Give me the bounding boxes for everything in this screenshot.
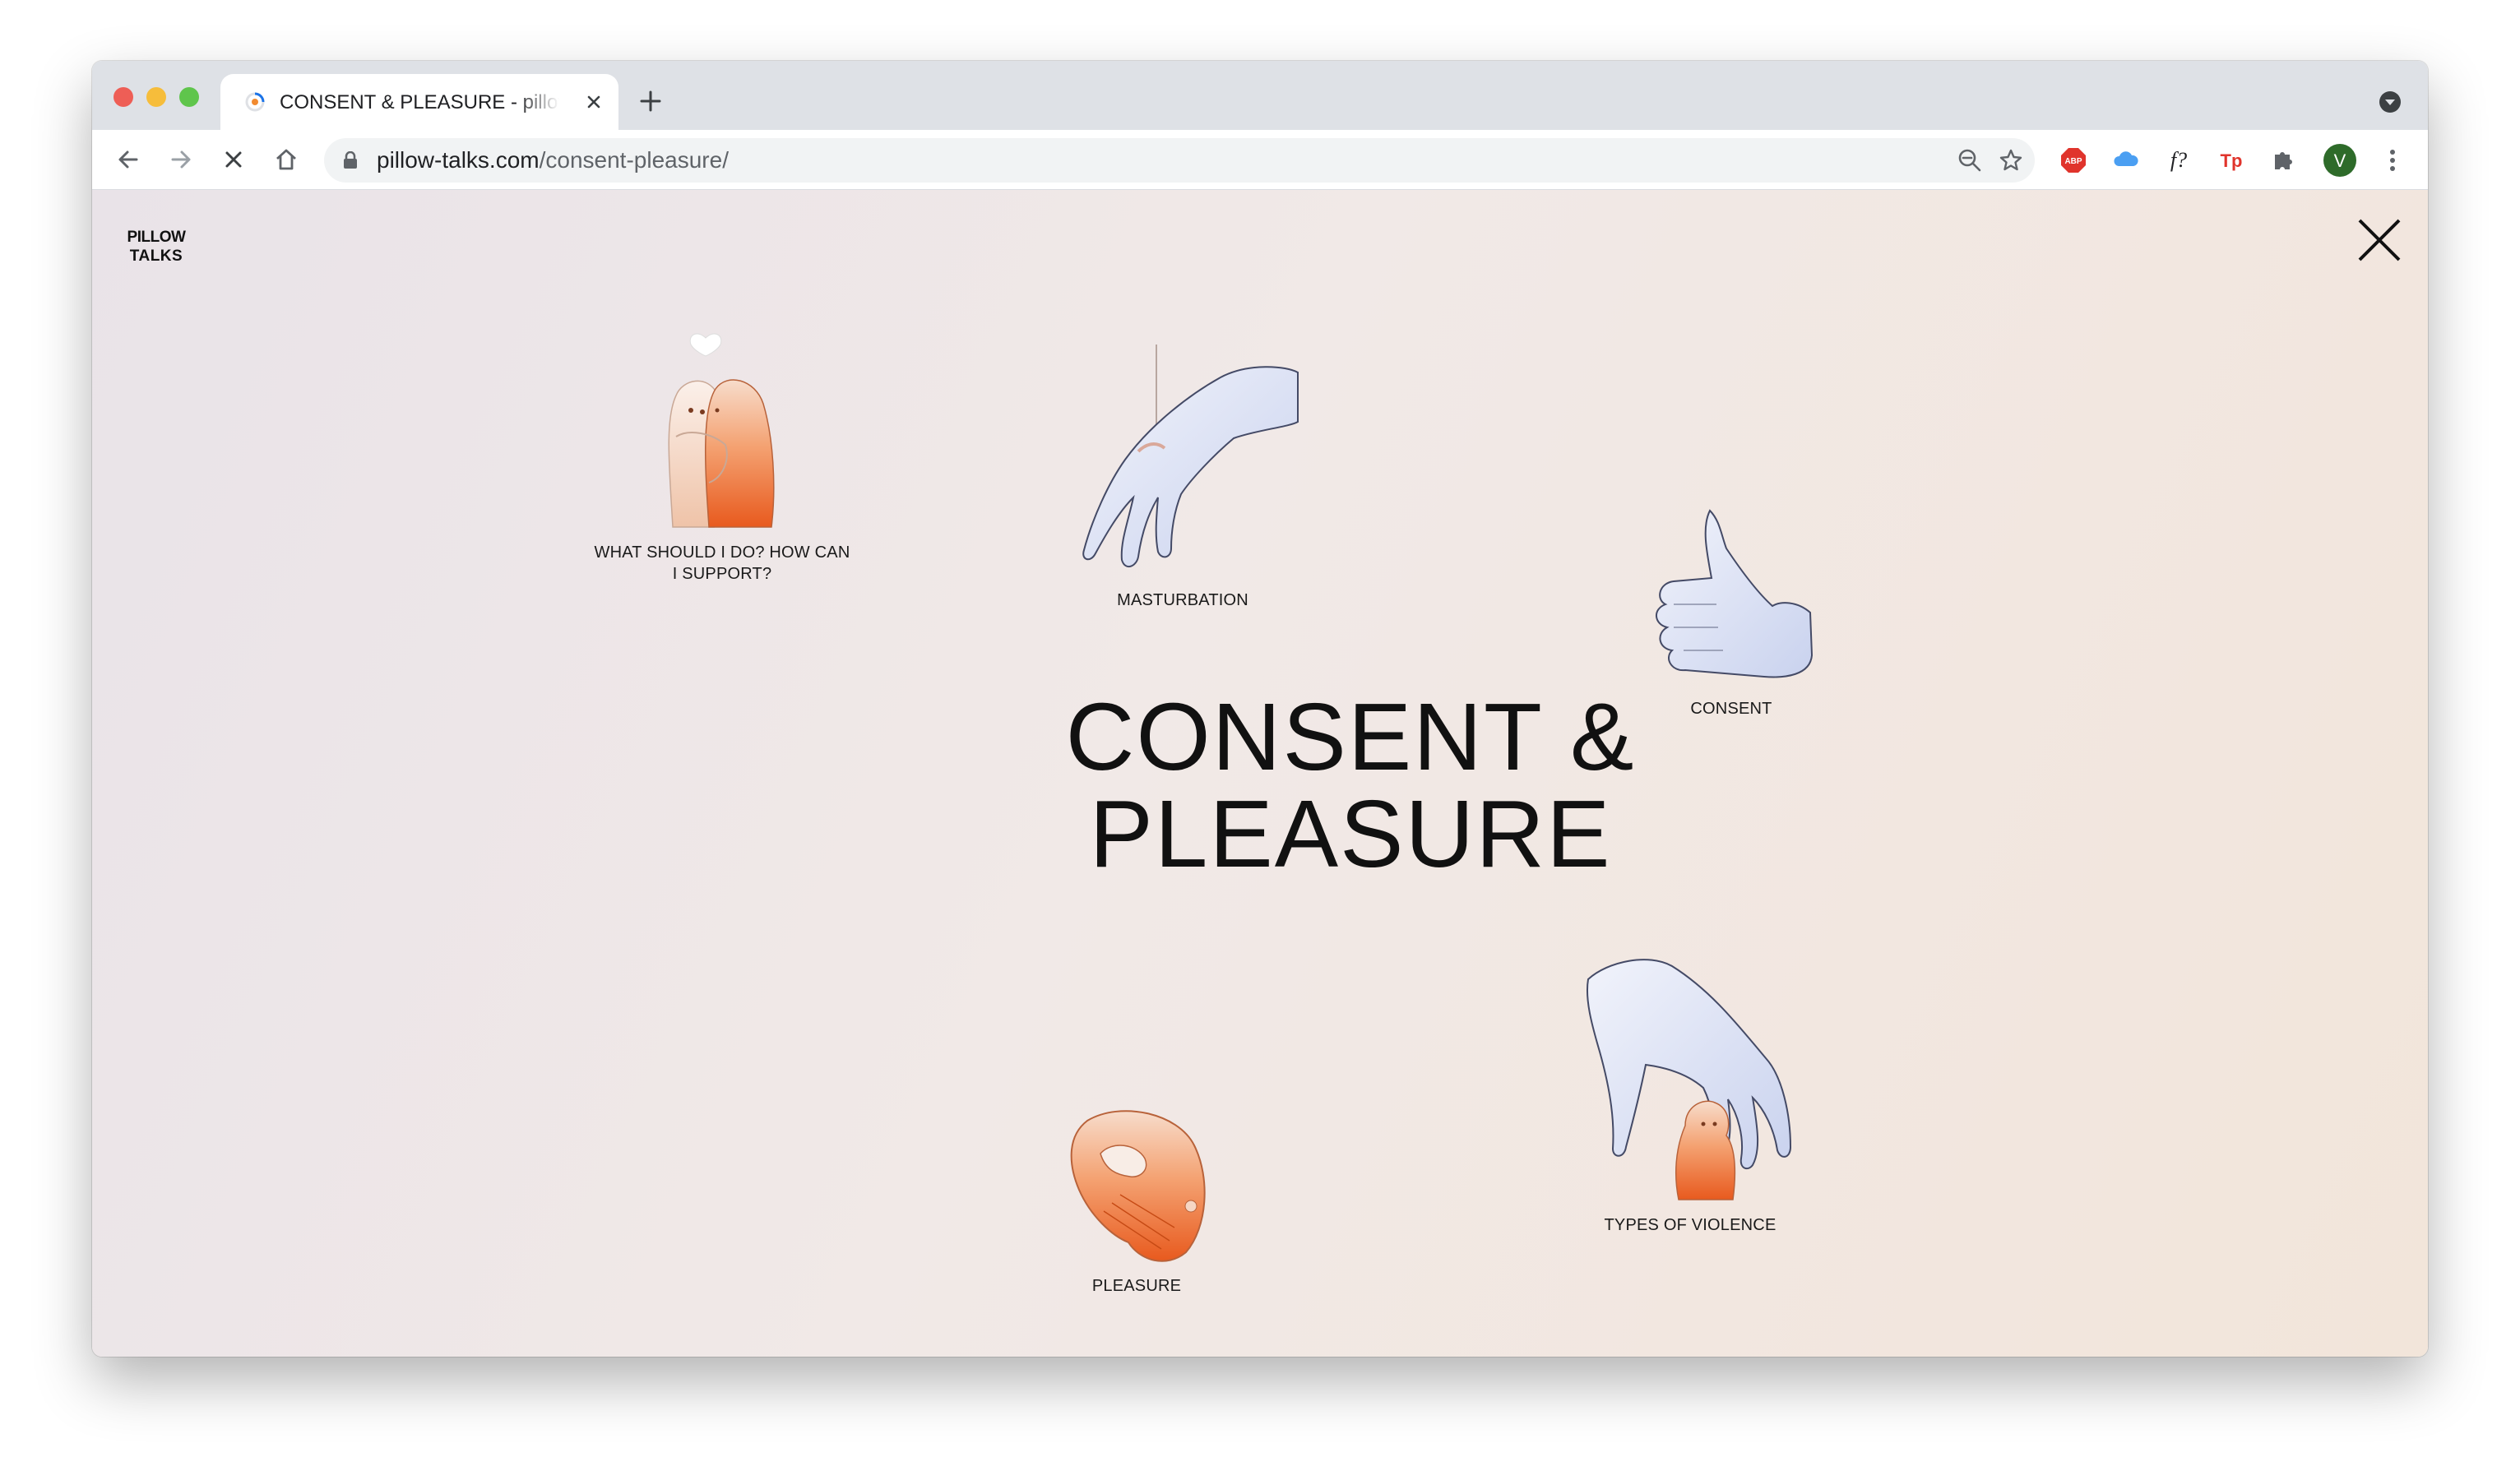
- tab-search-icon[interactable]: [2379, 90, 2402, 113]
- topic-pleasure-link[interactable]: PLEASURE: [1046, 1104, 1227, 1297]
- topic-consent-label: CONSENT: [1690, 700, 1772, 718]
- close-menu-icon[interactable]: [2357, 218, 2402, 262]
- browser-toolbar: pillow-talks.com/consent-pleasure/ ABP f…: [92, 130, 2428, 190]
- url-path: /consent-pleasure/: [539, 147, 729, 173]
- tp-extension-icon[interactable]: Tp: [2217, 146, 2245, 174]
- topic-violence-label: TYPES OF VIOLENCE: [1604, 1216, 1777, 1234]
- adblock-label: ABP: [2064, 157, 2082, 166]
- page-title-line-2: PLEASURE: [1089, 780, 1612, 887]
- profile-initial: V: [2334, 150, 2346, 171]
- new-tab-icon[interactable]: [638, 89, 663, 113]
- stop-loading-icon[interactable]: [220, 146, 247, 173]
- loading-favicon-icon: [245, 92, 265, 112]
- tab-strip: CONSENT & PLEASURE - pillow-talks: [92, 61, 2428, 130]
- bookmark-star-icon[interactable]: [1999, 148, 2023, 173]
- menu-kebab-icon[interactable]: [2379, 146, 2407, 174]
- hugging-figures-icon: [668, 333, 775, 528]
- profile-avatar[interactable]: V: [2323, 143, 2357, 178]
- thumbs-up-icon: [1656, 509, 1814, 678]
- forward-arrow-icon[interactable]: [168, 146, 194, 173]
- url-text[interactable]: pillow-talks.com/consent-pleasure/: [377, 148, 729, 173]
- maximize-window-button[interactable]: [179, 87, 199, 107]
- font-finder-label: f?: [2170, 148, 2187, 172]
- active-tab[interactable]: CONSENT & PLEASURE - pillow-talks: [220, 74, 618, 130]
- cloud-extension-icon[interactable]: [2112, 146, 2140, 174]
- zoom-out-icon[interactable]: [1957, 148, 1982, 173]
- home-icon[interactable]: [273, 146, 299, 173]
- browser-window: CONSENT & PLEASURE - pillow-talks: [92, 61, 2428, 1357]
- topic-violence-link[interactable]: TYPES OF VIOLENCE: [1554, 953, 1826, 1236]
- topic-consent-link[interactable]: CONSENT: [1628, 502, 1834, 719]
- address-bar[interactable]: pillow-talks.com/consent-pleasure/: [324, 138, 2035, 183]
- logo-line-2: TALKS: [130, 247, 183, 265]
- topic-support-link[interactable]: WHAT SHOULD I DO? HOW CAN I SUPPORT?: [591, 321, 854, 585]
- page-content: PILLOW TALKS CONSENT & PLEASURE WHAT SHO…: [92, 190, 2428, 1357]
- adblock-extension-icon[interactable]: ABP: [2059, 146, 2087, 174]
- tp-label: Tp: [2221, 150, 2243, 171]
- puzzle-extensions-icon[interactable]: [2270, 146, 2298, 174]
- toy-icon: [1070, 1110, 1206, 1262]
- minimize-window-button[interactable]: [146, 87, 166, 107]
- lock-icon[interactable]: [342, 151, 359, 169]
- topic-masturbation-link[interactable]: MASTURBATION: [1043, 345, 1323, 611]
- grabbing-hand-icon: [1586, 959, 1792, 1200]
- back-arrow-icon[interactable]: [115, 146, 141, 173]
- close-tab-icon[interactable]: [582, 90, 605, 113]
- topic-pleasure-label: PLEASURE: [1091, 1277, 1182, 1295]
- logo-line-1: PILLOW: [127, 229, 186, 246]
- url-host: pillow-talks.com: [377, 147, 540, 173]
- topic-masturbation-label: MASTURBATION: [1117, 591, 1248, 609]
- tab-title: CONSENT & PLEASURE - pillow-talks: [280, 91, 559, 113]
- pillow-talks-logo[interactable]: PILLOW TALKS: [122, 224, 191, 266]
- hand-icon: [1082, 345, 1299, 568]
- close-window-button[interactable]: [113, 87, 133, 107]
- topic-support-label: WHAT SHOULD I DO? HOW CAN I SUPPORT?: [594, 543, 850, 583]
- font-finder-extension-icon[interactable]: f?: [2165, 146, 2193, 174]
